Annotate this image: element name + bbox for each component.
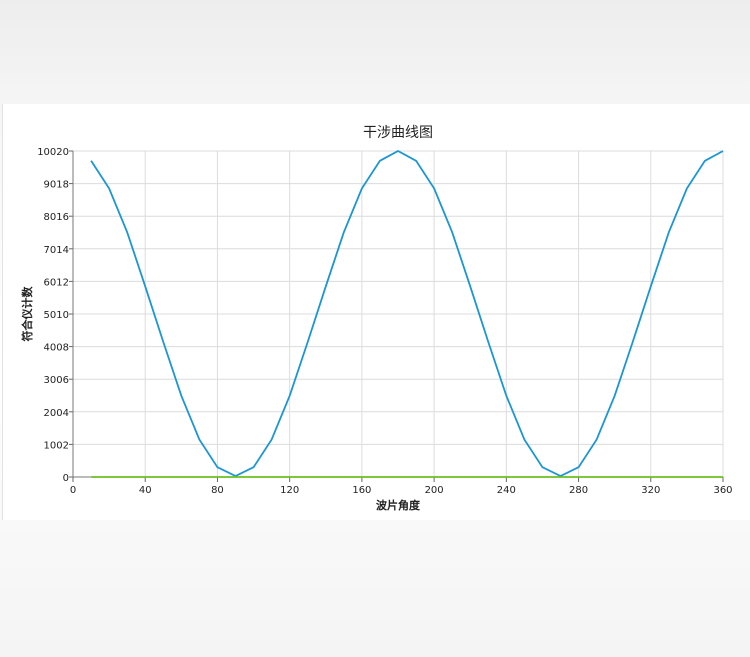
y-axis-label: 符合仪计数 [20, 286, 34, 342]
y-tick-label: 9018 [44, 180, 69, 191]
x-tick-label: 200 [425, 485, 444, 496]
grid [72, 150, 724, 478]
x-axis-label: 波片角度 [376, 498, 421, 512]
y-tick-label: 3006 [44, 375, 69, 386]
x-tick-label: 120 [280, 485, 299, 496]
interference-chart: 0 1002 2004 3006 4008 5010 6012 7014 8016 9018 100… [20, 125, 733, 512]
y-tick-label: 10020 [37, 147, 69, 158]
x-tick-label: 360 [713, 485, 732, 496]
y-tick-label: 2004 [44, 408, 69, 419]
y-tick-label: 0 [63, 473, 69, 484]
y-tick-label: 6012 [44, 277, 69, 288]
y-tick-label: 8016 [44, 212, 69, 223]
x-tick-label: 280 [569, 485, 588, 496]
x-tick-label: 0 [70, 485, 76, 496]
x-tick-label: 240 [497, 485, 516, 496]
chart-title: 干涉曲线图 [363, 125, 433, 141]
x-tick-label: 80 [211, 485, 224, 496]
y-tick-label: 4008 [44, 343, 69, 354]
x-tick-label: 160 [352, 485, 371, 496]
y-tick-label: 7014 [44, 245, 69, 256]
y-tick-label: 1002 [44, 440, 69, 451]
chart-panel: 0 1002 2004 3006 4008 5010 6012 7014 8016 9018 100… [2, 104, 750, 520]
x-tick-label: 40 [139, 485, 152, 496]
y-tick-label: 5010 [44, 310, 69, 321]
x-tick-label: 320 [641, 485, 660, 496]
